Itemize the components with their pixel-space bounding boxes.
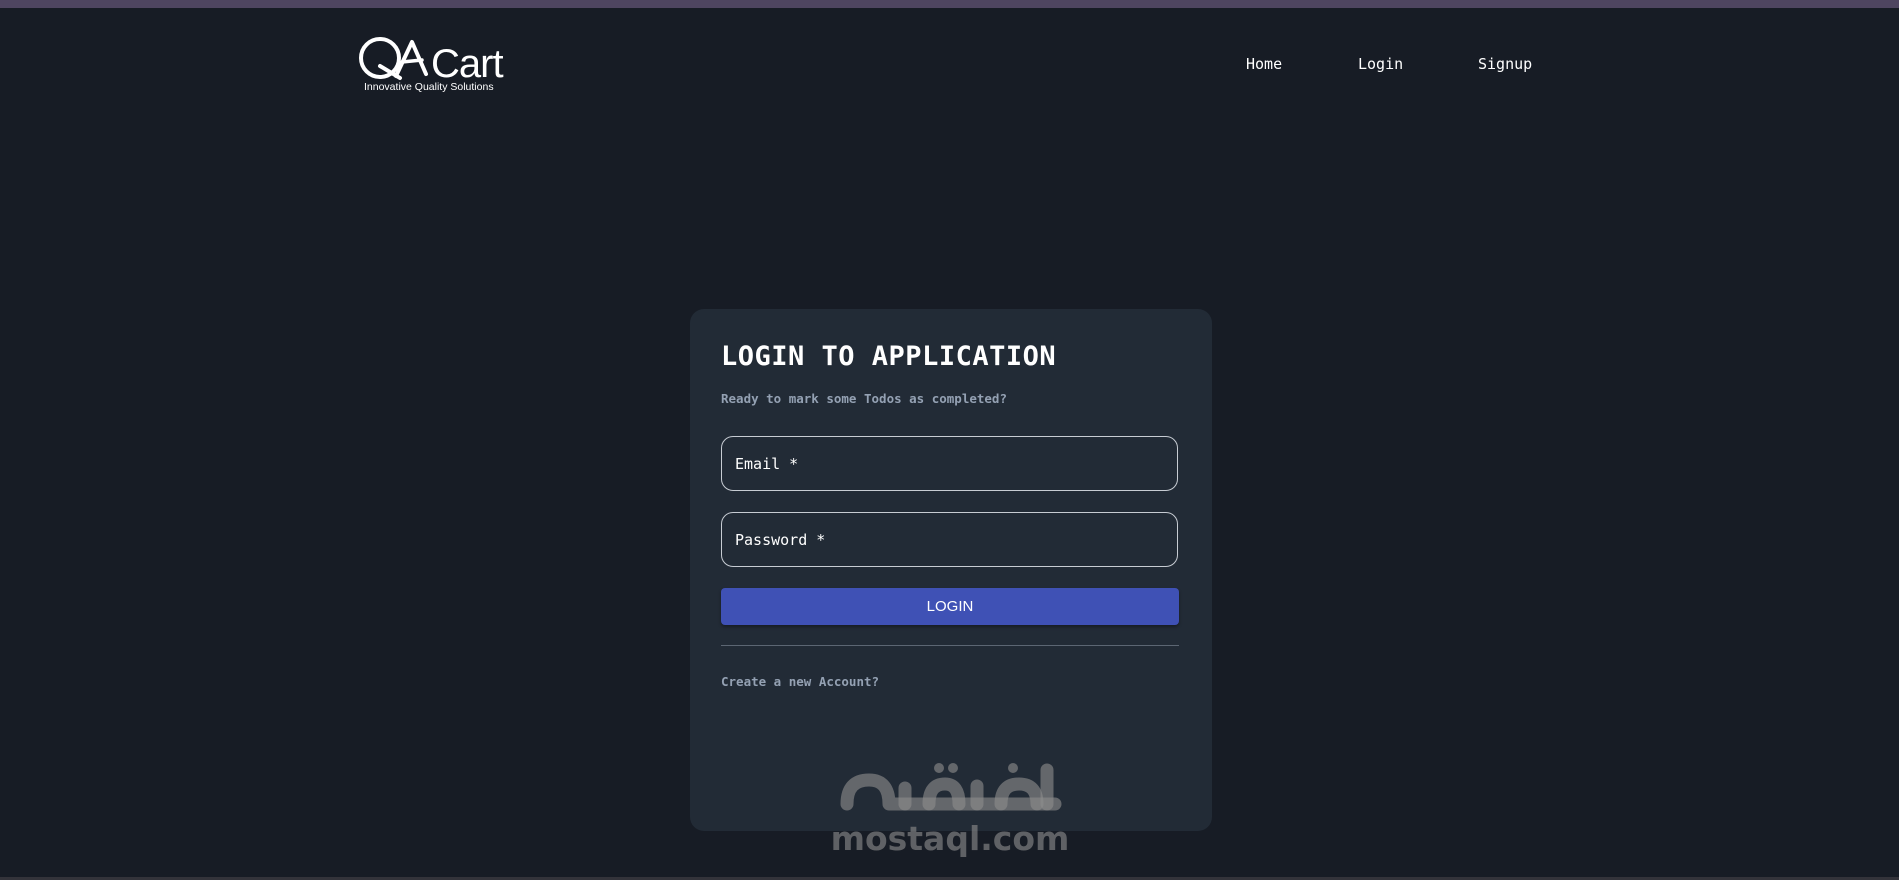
qa-logo-icon (359, 37, 428, 80)
password-label: Password * (735, 531, 826, 549)
login-subtitle: Ready to mark some Todos as completed? (721, 391, 1007, 406)
logo-tagline: Innovative Quality Solutions (364, 81, 494, 93)
nav-home-link[interactable]: Home (1246, 55, 1282, 73)
qacart-logo[interactable]: Cart Innovative Quality Solutions (356, 34, 508, 96)
mostaql-watermark-text: mostaql.com (830, 819, 1070, 858)
logo-text: Cart (431, 42, 504, 86)
password-field[interactable]: Password * (721, 512, 1178, 567)
mostaql-arabic-watermark-logo (840, 763, 1062, 811)
login-title: LOGIN TO APPLICATION (721, 341, 1057, 372)
login-button[interactable]: LOGIN (721, 588, 1179, 625)
divider (721, 645, 1179, 646)
email-field[interactable]: Email * (721, 436, 1178, 491)
email-label: Email * (735, 455, 799, 473)
top-border-strip (0, 0, 1899, 8)
nav-login-link[interactable]: Login (1358, 55, 1403, 73)
nav-signup-link[interactable]: Signup (1478, 55, 1532, 73)
create-account-link[interactable]: Create a new Account? (721, 674, 879, 689)
